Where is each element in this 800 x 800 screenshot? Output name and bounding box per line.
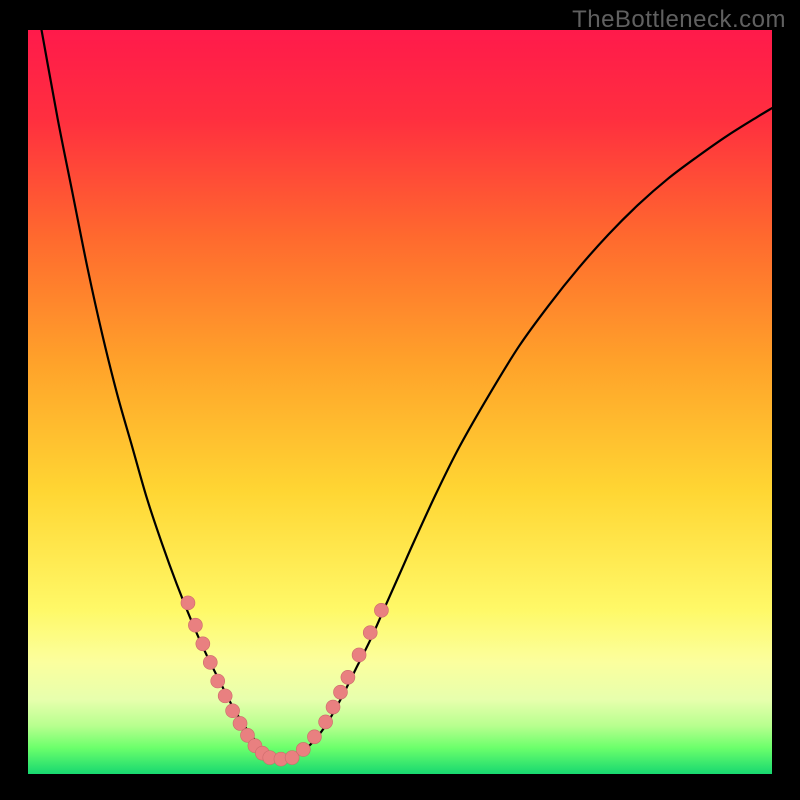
- data-marker: [181, 596, 195, 610]
- watermark-text: TheBottleneck.com: [572, 6, 786, 34]
- data-marker: [374, 603, 388, 617]
- plot-svg: [28, 30, 772, 774]
- data-marker: [188, 618, 202, 632]
- data-marker: [341, 670, 355, 684]
- data-marker: [218, 689, 232, 703]
- gradient-background: [28, 30, 772, 774]
- data-marker: [333, 685, 347, 699]
- data-marker: [296, 742, 310, 756]
- data-marker: [319, 715, 333, 729]
- data-marker: [363, 626, 377, 640]
- data-marker: [326, 700, 340, 714]
- chart-frame: TheBottleneck.com: [0, 0, 800, 800]
- bottleneck-plot: [28, 30, 772, 774]
- data-marker: [196, 637, 210, 651]
- data-marker: [203, 655, 217, 669]
- data-marker: [352, 648, 366, 662]
- data-marker: [211, 674, 225, 688]
- data-marker: [307, 730, 321, 744]
- data-marker: [226, 704, 240, 718]
- data-marker: [233, 716, 247, 730]
